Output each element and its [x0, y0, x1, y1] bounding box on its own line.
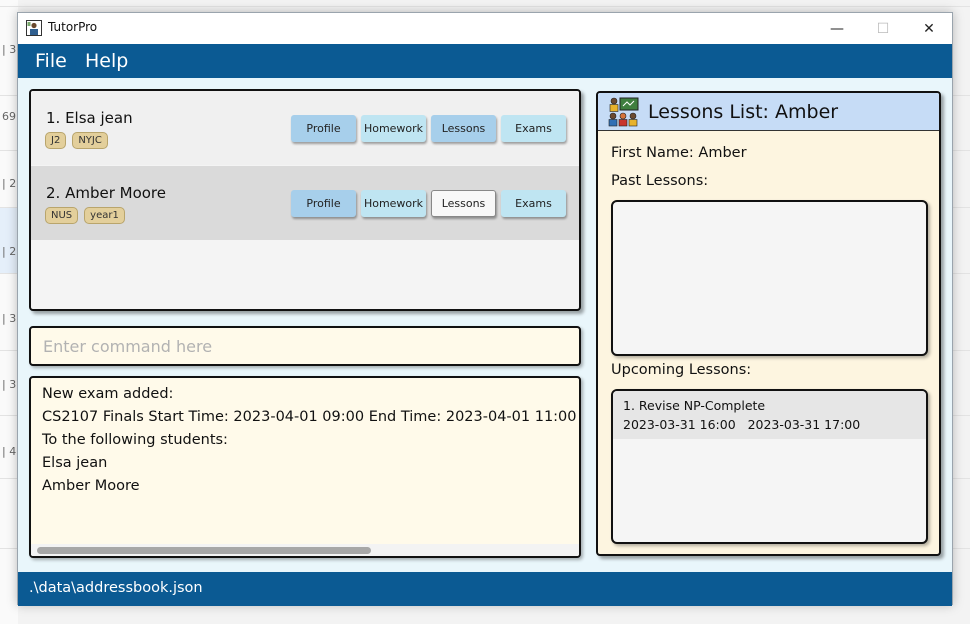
exams-button[interactable]: Exams	[501, 115, 566, 142]
lesson-item[interactable]: 1. Revise NP-Complete 2023-03-31 16:00 2…	[613, 391, 926, 439]
card-button-group: Profile Homework Lessons Exams	[291, 190, 566, 217]
lesson-times: 2023-03-31 16:00 2023-03-31 17:00	[623, 417, 860, 432]
minimize-button[interactable]: —	[814, 13, 860, 44]
lessons-panel-title: Lessons List: Amber	[648, 101, 839, 123]
person-list[interactable]: 1. Elsa jean J2 NYJC Profile Homework Le…	[29, 89, 581, 311]
tutor-app-icon	[26, 20, 42, 36]
past-lessons-list[interactable]	[611, 200, 928, 356]
tag: J2	[45, 132, 67, 149]
command-input[interactable]	[31, 328, 579, 364]
lesson-end-time: 2023-03-31 17:00	[747, 417, 861, 432]
close-button[interactable]: ✕	[906, 13, 952, 44]
status-file-path: .\data\addressbook.json	[29, 580, 203, 596]
window-title: TutorPro	[48, 20, 98, 34]
tag-list: NUS year1	[45, 207, 125, 224]
app-window: TutorPro — ☐ ✕ File Help 1. Elsa jean J2…	[17, 12, 953, 606]
tag: NUS	[45, 207, 79, 224]
background-divider	[0, 6, 970, 7]
person-card[interactable]: 2. Amber Moore NUS year1 Profile Homewor…	[31, 166, 579, 240]
horizontal-scrollbar[interactable]	[31, 544, 579, 556]
first-name-label: First Name: Amber	[611, 145, 747, 161]
menu-file[interactable]: File	[35, 50, 67, 72]
homework-button[interactable]: Homework	[361, 115, 426, 142]
result-line: CS2107 Finals Start Time: 2023-04-01 09:…	[42, 409, 577, 425]
result-line: Amber Moore	[42, 478, 140, 494]
upcoming-lessons-label: Upcoming Lessons:	[611, 362, 752, 378]
person-name: 1. Elsa jean	[46, 109, 133, 127]
lesson-name: 1. Revise NP-Complete	[623, 398, 766, 413]
main-content: 1. Elsa jean J2 NYJC Profile Homework Le…	[18, 78, 952, 572]
result-line: Elsa jean	[42, 455, 108, 471]
lessons-panel-header: Lessons List: Amber	[598, 93, 939, 131]
tag: NYJC	[72, 132, 108, 149]
tag-list: J2 NYJC	[45, 132, 108, 149]
result-line: New exam added:	[42, 386, 174, 402]
result-line: To the following students:	[42, 432, 228, 448]
background-text: | 2	[2, 245, 17, 258]
menu-help[interactable]: Help	[85, 50, 128, 72]
homework-button[interactable]: Homework	[361, 190, 426, 217]
past-lessons-label: Past Lessons:	[611, 173, 709, 189]
maximize-button[interactable]: ☐	[860, 13, 906, 44]
background-text: | 4	[2, 445, 17, 458]
background-text: | 3	[2, 378, 17, 391]
command-box	[29, 326, 581, 366]
lesson-start-time: 2023-03-31 16:00	[623, 417, 736, 432]
menu-bar: File Help	[18, 44, 952, 78]
status-bar: .\data\addressbook.json	[18, 572, 952, 606]
background-text: 69	[2, 110, 16, 123]
exams-button[interactable]: Exams	[501, 190, 566, 217]
background-selection	[0, 207, 18, 273]
title-bar[interactable]: TutorPro — ☐ ✕	[18, 13, 952, 44]
person-card[interactable]: 1. Elsa jean J2 NYJC Profile Homework Le…	[31, 91, 579, 165]
lessons-button[interactable]: Lessons	[431, 115, 496, 142]
lessons-button[interactable]: Lessons	[431, 190, 496, 217]
profile-button[interactable]: Profile	[291, 190, 356, 217]
classroom-icon	[608, 97, 639, 127]
profile-button[interactable]: Profile	[291, 115, 356, 142]
scrollbar-thumb[interactable]	[37, 547, 371, 554]
lessons-panel: Lessons List: Amber First Name: Amber Pa…	[596, 91, 941, 556]
background-text: | 3	[2, 43, 17, 56]
background-text: | 3	[2, 312, 17, 325]
background-text: | 2	[2, 177, 17, 190]
person-name: 2. Amber Moore	[46, 184, 166, 202]
result-display[interactable]: New exam added: CS2107 Finals Start Time…	[29, 376, 581, 558]
tag: year1	[84, 207, 125, 224]
upcoming-lessons-list[interactable]: 1. Revise NP-Complete 2023-03-31 16:00 2…	[611, 389, 928, 544]
card-button-group: Profile Homework Lessons Exams	[291, 115, 566, 142]
